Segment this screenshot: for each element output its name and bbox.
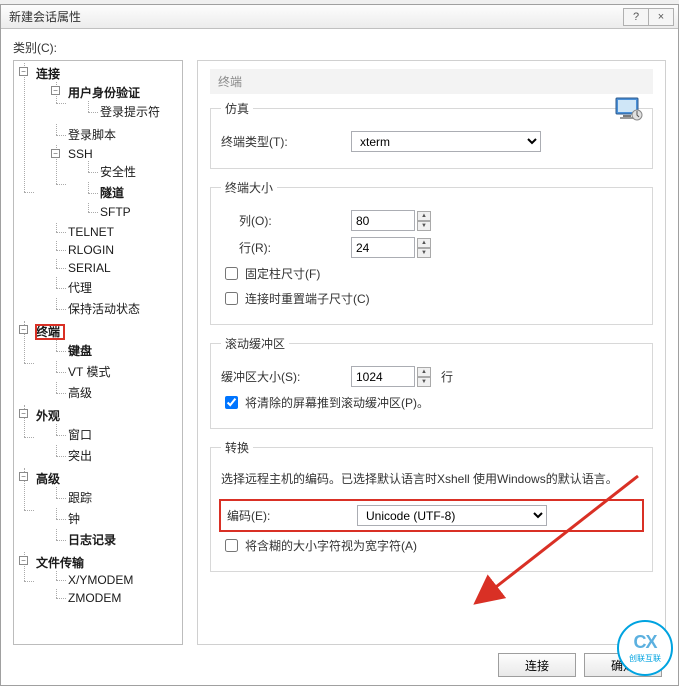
push-cleared-checkbox[interactable] [225,396,238,409]
collapse-icon[interactable]: − [19,67,28,76]
tree-item-ssh[interactable]: − SSH 安全性 隧道 SFTP [50,145,182,223]
help-button[interactable]: ? [623,8,649,26]
conversion-description: 选择远程主机的编码。已选择默认语言时Xshell 使用Windows的默认语言。 [221,470,642,487]
dialog-window: 新建会话属性 ? × 类别(C): − 连接 − [0,4,679,686]
tree-item-auth[interactable]: − 用户身份验证 登录提示符 [50,82,182,124]
conversion-legend: 转换 [221,439,253,456]
collapse-icon[interactable]: − [19,556,28,565]
tree-item-window[interactable]: 窗口 [50,424,182,445]
category-tree[interactable]: − 连接 − 用户身份验证 登录提示符 登录脚本 [13,60,183,645]
main-row: − 连接 − 用户身份验证 登录提示符 登录脚本 [13,60,666,645]
ambiguous-wide-checkbox[interactable] [225,539,238,552]
rows-label: 行(R): [221,239,351,256]
content-area: 类别(C): − 连接 − 用户身份验证 [1,29,678,685]
tree-item-tunnel[interactable]: 隧道 [82,182,182,203]
cols-spinner[interactable]: ▲▼ [417,211,431,231]
fixed-cols-checkbox[interactable] [225,267,238,280]
panel-header: 终端 [210,69,653,94]
category-label: 类别(C): [13,39,666,56]
tree-item-security[interactable]: 安全性 [82,161,182,182]
dialog-footer: 连接 确定 [13,645,666,677]
conversion-fieldset: 转换 选择远程主机的编码。已选择默认语言时Xshell 使用Windows的默认… [210,439,653,572]
settings-panel: 终端 仿真 终端类型(T): xterm [197,60,666,645]
rows-input[interactable] [351,237,415,258]
cols-label: 列(O): [221,212,351,229]
tree-item-advanced[interactable]: 高级 [50,382,182,403]
collapse-icon[interactable]: − [19,325,28,334]
tree-item-terminal[interactable]: − 终端 键盘 VT 模式 高级 [18,321,182,405]
tree-item-file-transfer[interactable]: − 文件传输 X/YMODEM ZMODEM [18,552,182,609]
emulation-legend: 仿真 [221,100,253,117]
tree-item-serial[interactable]: SERIAL [50,259,182,277]
ambiguous-wide-label: 将含糊的大小字符视为宽字符(A) [245,537,417,554]
tree-item-login-script[interactable]: 登录脚本 [50,124,182,145]
size-fieldset: 终端大小 列(O): ▲▼ 行(R): ▲▼ [210,179,653,325]
buffer-size-input[interactable] [351,366,415,387]
encoding-row: 编码(E): Unicode (UTF-8) [221,501,642,530]
tree-item-keepalive[interactable]: 保持活动状态 [50,298,182,319]
buffer-size-spinner[interactable]: ▲▼ [417,367,431,387]
tree-item-logging[interactable]: 日志记录 [50,529,182,550]
tree-item-trace[interactable]: 跟踪 [50,487,182,508]
fixed-cols-label: 固定柱尺寸(F) [245,265,320,282]
tree-item-xymodem[interactable]: X/YMODEM [50,571,182,589]
tree-item-advanced2[interactable]: − 高级 跟踪 钟 日志记录 [18,468,182,552]
reset-on-connect-label: 连接时重置端子尺寸(C) [245,290,370,307]
connect-button[interactable]: 连接 [498,653,576,677]
encoding-select[interactable]: Unicode (UTF-8) [357,505,547,526]
emulation-fieldset: 仿真 终端类型(T): xterm [210,100,653,169]
size-legend: 终端大小 [221,179,277,196]
tree-item-appearance[interactable]: − 外观 窗口 突出 [18,405,182,468]
scrollback-legend: 滚动缓冲区 [221,335,289,352]
reset-on-connect-checkbox[interactable] [225,292,238,305]
collapse-icon[interactable]: − [51,149,60,158]
cols-input[interactable] [351,210,415,231]
collapse-icon[interactable]: − [19,409,28,418]
tree-item-login-prompt[interactable]: 登录提示符 [82,101,182,122]
tree-item-connection[interactable]: − 连接 − 用户身份验证 登录提示符 登录脚本 [18,63,182,321]
buffer-size-label: 缓冲区大小(S): [221,368,351,385]
collapse-icon[interactable]: − [51,86,60,95]
window-title: 新建会话属性 [9,8,81,25]
tree-item-highlight[interactable]: 突出 [50,445,182,466]
push-cleared-label: 将清除的屏幕推到滚动缓冲区(P)。 [245,394,429,411]
tree-item-proxy[interactable]: 代理 [50,277,182,298]
term-type-label: 终端类型(T): [221,133,351,150]
scrollback-fieldset: 滚动缓冲区 缓冲区大小(S): ▲▼ 行 将清除的屏幕推到滚动缓冲区(P)。 [210,335,653,429]
tree-item-telnet[interactable]: TELNET [50,223,182,241]
titlebar-buttons: ? × [624,8,674,26]
titlebar: 新建会话属性 ? × [1,5,678,29]
collapse-icon[interactable]: − [19,472,28,481]
term-type-select[interactable]: xterm [351,131,541,152]
tree-item-bell[interactable]: 钟 [50,508,182,529]
terminal-icon [615,97,643,121]
close-button[interactable]: × [648,8,674,26]
tree-item-zmodem[interactable]: ZMODEM [50,589,182,607]
encoding-label: 编码(E): [227,507,345,524]
watermark-logo: CX 创联互联 [617,620,673,676]
tree-item-rlogin[interactable]: RLOGIN [50,241,182,259]
buffer-size-unit: 行 [441,368,453,385]
tree-item-keyboard[interactable]: 键盘 [50,340,182,361]
tree-item-sftp[interactable]: SFTP [82,203,182,221]
rows-spinner[interactable]: ▲▼ [417,238,431,258]
tree-item-vt-mode[interactable]: VT 模式 [50,361,182,382]
